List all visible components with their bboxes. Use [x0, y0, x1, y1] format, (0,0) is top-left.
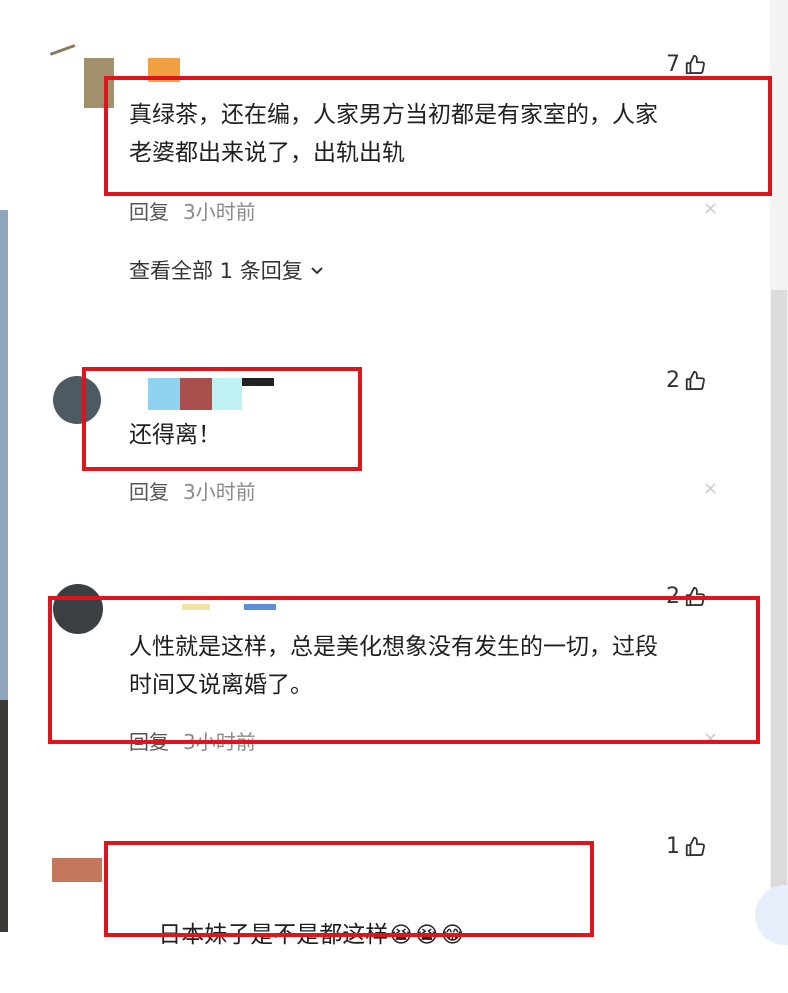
view-all-label: 查看全部 1 条回复 — [129, 259, 303, 283]
reply-button[interactable]: 回复 — [129, 196, 169, 225]
thumbs-up-icon — [685, 370, 705, 390]
timestamp: 3小时前 — [183, 200, 256, 224]
thumbs-up-icon — [685, 54, 705, 74]
highlight-box-2 — [82, 367, 362, 471]
avatar-partial[interactable] — [49, 44, 81, 69]
highlight-box-4 — [104, 841, 594, 937]
thumbs-up-icon — [685, 836, 705, 856]
like-button[interactable]: 2 — [666, 368, 706, 393]
close-icon[interactable]: × — [703, 478, 718, 499]
left-edge-photo — [0, 700, 8, 932]
timestamp: 3小时前 — [183, 480, 256, 504]
close-icon[interactable]: × — [703, 198, 718, 219]
like-button[interactable]: 7 — [666, 52, 706, 77]
scrollbar-thumb[interactable] — [771, 290, 787, 890]
like-count: 2 — [666, 368, 680, 393]
avatar[interactable] — [52, 858, 102, 882]
reply-button[interactable]: 回复 — [129, 476, 169, 505]
comment-meta: 回复 3小时前 — [129, 476, 256, 505]
comment-meta: 回复 3小时前 — [129, 196, 256, 225]
like-button[interactable]: 1 — [666, 834, 706, 859]
chevron-down-icon — [311, 267, 323, 275]
highlight-box-1 — [104, 76, 772, 196]
floating-action-button[interactable] — [755, 885, 788, 945]
highlight-box-3 — [48, 596, 760, 744]
like-count: 1 — [666, 834, 680, 859]
like-count: 7 — [666, 52, 680, 77]
view-all-replies-link[interactable]: 查看全部 1 条回复 — [129, 255, 325, 285]
